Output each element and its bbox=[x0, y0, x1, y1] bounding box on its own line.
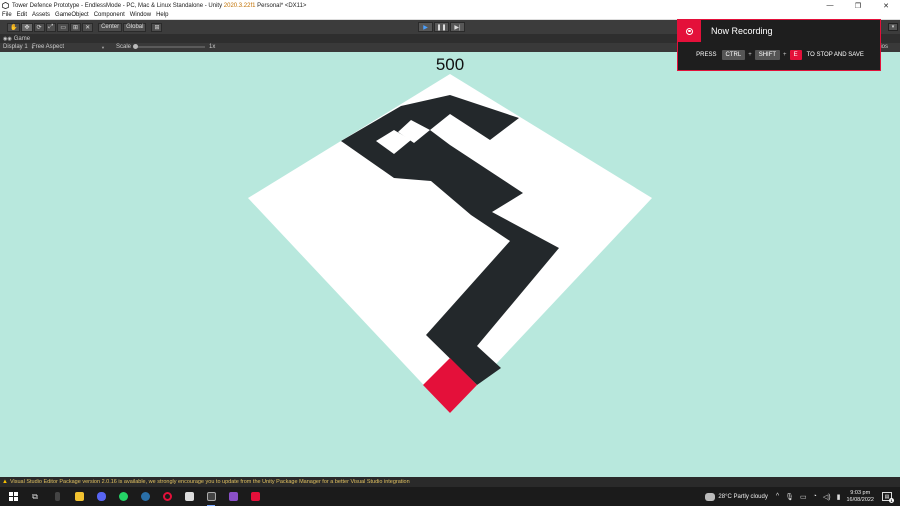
move-tool-button[interactable]: ✥ bbox=[21, 22, 33, 32]
menu-component[interactable]: Component bbox=[94, 12, 125, 18]
unity-hub-icon[interactable] bbox=[180, 488, 198, 506]
opera-icon[interactable] bbox=[158, 488, 176, 506]
windows-logo-icon bbox=[8, 492, 18, 501]
task-view-icon[interactable]: ⧉ bbox=[26, 488, 44, 506]
network-icon[interactable]: ◔ bbox=[813, 493, 817, 500]
menu-assets[interactable]: Assets bbox=[32, 12, 50, 18]
game-controller-icon: ◉◉ bbox=[3, 35, 12, 42]
status-message: Visual Studio Editor Package version 2.0… bbox=[9, 479, 410, 485]
battery-icon[interactable]: ▮ bbox=[837, 493, 841, 501]
key-e: E bbox=[789, 50, 802, 60]
menu-edit[interactable]: Edit bbox=[17, 12, 27, 18]
aspect-label: Free Aspect bbox=[32, 44, 65, 50]
aspect-dropdown[interactable]: Free Aspect ▼ bbox=[32, 44, 105, 50]
stop-save-label: TO STOP AND SAVE bbox=[806, 52, 864, 58]
display-label: Display 1 bbox=[3, 44, 28, 50]
menu-gameobject[interactable]: GameObject bbox=[55, 12, 89, 18]
scale-control[interactable]: Scale 1x bbox=[116, 44, 215, 50]
unity-editor-window: Tower Defence Prototype - EndlessMode - … bbox=[0, 0, 900, 506]
chevron-down-icon: ▼ bbox=[101, 44, 105, 50]
microphone-icon[interactable]: 🎙︎ bbox=[785, 493, 794, 501]
start-button[interactable] bbox=[4, 488, 22, 506]
hand-tool-button[interactable]: ✋ bbox=[7, 22, 21, 32]
discord-icon[interactable] bbox=[92, 488, 110, 506]
system-clock[interactable]: 9:03 pm 16/08/2022 bbox=[846, 490, 874, 504]
cloud-icon bbox=[705, 492, 716, 501]
record-icon bbox=[678, 20, 701, 42]
rect-tool-button[interactable]: ▭ bbox=[57, 22, 70, 32]
title-bar: Tower Defence Prototype - EndlessMode - … bbox=[0, 0, 900, 11]
pivot-center-button[interactable]: Center bbox=[98, 22, 123, 32]
search-icon[interactable] bbox=[48, 488, 66, 506]
whatsapp-icon[interactable] bbox=[114, 488, 132, 506]
notification-icon[interactable]: ▤ 1 bbox=[882, 492, 894, 503]
layout-dropdown[interactable]: ▾ bbox=[888, 23, 898, 31]
play-button[interactable]: ▶ bbox=[418, 22, 433, 32]
weather-text: 28°C Partly cloudy bbox=[718, 493, 768, 500]
console-status-bar[interactable]: ▲ Visual Studio Editor Package version 2… bbox=[0, 477, 900, 487]
visual-studio-icon[interactable] bbox=[224, 488, 242, 506]
transform-tool-button[interactable]: ⊞ bbox=[70, 22, 82, 32]
system-tray: 28°C Partly cloudy ^ 🎙︎ ▭ ◔ ◁) ▮ 9:03 pm… bbox=[705, 487, 900, 506]
steam-icon[interactable] bbox=[136, 488, 154, 506]
windows-taskbar: ⧉ 28°C Partly cloudy ^ 🎙︎ ▭ ◔ ◁) ▮ 9:03 … bbox=[0, 487, 900, 506]
recording-shortcut-hint: PRESS CTRL + SHIFT + E TO STOP AND SAVE bbox=[678, 50, 882, 60]
menu-file[interactable]: File bbox=[2, 12, 12, 18]
clock-time: 9:03 pm bbox=[850, 489, 871, 496]
grid-snap-button[interactable]: ⊞ bbox=[151, 22, 163, 32]
display-icon[interactable]: ▭ bbox=[800, 493, 807, 501]
key-ctrl: CTRL bbox=[721, 50, 746, 60]
step-button[interactable]: ▶| bbox=[450, 22, 465, 32]
custom-tool-button[interactable]: ✕ bbox=[82, 22, 94, 32]
plus-sign: + bbox=[748, 52, 752, 58]
pause-button[interactable]: ❚❚ bbox=[434, 22, 449, 32]
minimize-button[interactable]: — bbox=[816, 0, 844, 11]
pivot-global-button[interactable]: Global bbox=[123, 22, 147, 32]
notification-count: 1 bbox=[889, 498, 894, 503]
game-board[interactable] bbox=[0, 52, 900, 477]
volume-icon[interactable]: ◁) bbox=[823, 493, 831, 501]
tab-game-label: Game bbox=[13, 35, 31, 42]
scale-value: 1x bbox=[209, 44, 216, 50]
scale-slider[interactable] bbox=[133, 44, 206, 49]
scale-label: Scale bbox=[116, 44, 132, 50]
unity-editor-icon[interactable] bbox=[202, 488, 220, 506]
press-label: PRESS bbox=[696, 52, 717, 58]
clock-date: 16/08/2022 bbox=[846, 496, 874, 503]
weather-widget[interactable]: 28°C Partly cloudy bbox=[705, 492, 768, 501]
maximize-button[interactable]: ❐ bbox=[844, 0, 872, 11]
close-button[interactable]: ✕ bbox=[872, 0, 900, 11]
menu-help[interactable]: Help bbox=[156, 12, 168, 18]
warning-icon: ▲ bbox=[2, 479, 8, 485]
display-dropdown[interactable]: Display 1 ▼ bbox=[3, 44, 35, 50]
rotate-tool-button[interactable]: ⟳ bbox=[33, 22, 45, 32]
key-shift: SHIFT bbox=[754, 50, 781, 60]
tab-game[interactable]: ◉◉ Game bbox=[3, 36, 30, 42]
plus-sign: + bbox=[783, 52, 787, 58]
recording-title: Now Recording bbox=[711, 26, 773, 36]
window-title: Tower Defence Prototype - EndlessMode - … bbox=[12, 2, 307, 9]
file-explorer-icon[interactable] bbox=[70, 488, 88, 506]
recording-overlay: Now Recording PRESS CTRL + SHIFT + E TO … bbox=[677, 19, 881, 71]
menu-window[interactable]: Window bbox=[130, 12, 151, 18]
scale-tool-button[interactable]: ⤢ bbox=[45, 22, 57, 32]
recorder-app-icon[interactable] bbox=[246, 488, 264, 506]
scale-slider-knob[interactable] bbox=[133, 44, 139, 49]
tray-overflow-chevron-icon[interactable]: ^ bbox=[776, 493, 779, 500]
unity-logo-icon bbox=[2, 2, 9, 9]
